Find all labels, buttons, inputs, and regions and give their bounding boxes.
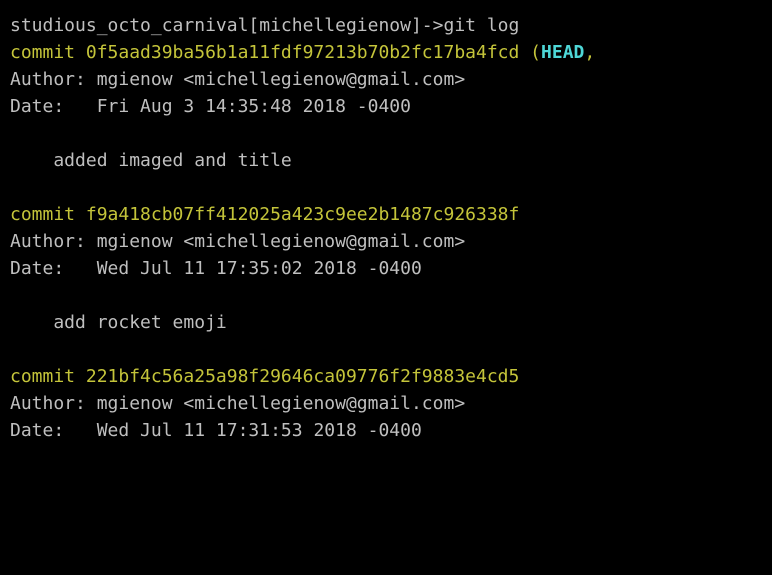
prompt-line: studious_octo_carnival[michellegienow]->…	[10, 12, 762, 39]
ref-trail: ,	[584, 42, 595, 63]
command-text: git log	[443, 15, 519, 36]
commit-message: added imaged and title	[10, 147, 762, 174]
ref-open: (	[519, 42, 541, 63]
author-line: Author: mgienow <michellegienow@gmail.co…	[10, 228, 762, 255]
blank-line	[10, 120, 762, 147]
blank-line	[10, 282, 762, 309]
author-value: mgienow <michellegienow@gmail.com>	[97, 231, 465, 252]
date-line: Date: Wed Jul 11 17:31:53 2018 -0400	[10, 417, 762, 444]
date-value: Wed Jul 11 17:31:53 2018 -0400	[97, 420, 422, 441]
date-line: Date: Fri Aug 3 14:35:48 2018 -0400	[10, 93, 762, 120]
date-value: Fri Aug 3 14:35:48 2018 -0400	[97, 96, 411, 117]
commit-hash-line: commit f9a418cb07ff412025a423c9ee2b1487c…	[10, 201, 762, 228]
author-label: Author:	[10, 231, 97, 252]
commit-label: commit	[10, 204, 86, 225]
commit-message: add rocket emoji	[10, 309, 762, 336]
commit-label: commit	[10, 366, 86, 387]
blank-line	[10, 174, 762, 201]
ref-head: HEAD	[541, 42, 584, 63]
author-value: mgienow <michellegienow@gmail.com>	[97, 393, 465, 414]
blank-line	[10, 336, 762, 363]
author-line: Author: mgienow <michellegienow@gmail.co…	[10, 390, 762, 417]
author-value: mgienow <michellegienow@gmail.com>	[97, 69, 465, 90]
commit-hash-line: commit 221bf4c56a25a98f29646ca09776f2f98…	[10, 363, 762, 390]
date-line: Date: Wed Jul 11 17:35:02 2018 -0400	[10, 255, 762, 282]
commit-hash-line: commit 0f5aad39ba56b1a11fdf97213b70b2fc1…	[10, 39, 762, 66]
date-label: Date:	[10, 258, 97, 279]
commit-hash: 0f5aad39ba56b1a11fdf97213b70b2fc17ba4fcd	[86, 42, 519, 63]
date-label: Date:	[10, 420, 97, 441]
author-label: Author:	[10, 393, 97, 414]
author-label: Author:	[10, 69, 97, 90]
author-line: Author: mgienow <michellegienow@gmail.co…	[10, 66, 762, 93]
date-value: Wed Jul 11 17:35:02 2018 -0400	[97, 258, 422, 279]
prompt-path: studious_octo_carnival[michellegienow]->	[10, 15, 443, 36]
date-label: Date:	[10, 96, 97, 117]
commit-hash: f9a418cb07ff412025a423c9ee2b1487c926338f	[86, 204, 519, 225]
commit-label: commit	[10, 42, 86, 63]
commit-hash: 221bf4c56a25a98f29646ca09776f2f9883e4cd5	[86, 366, 519, 387]
